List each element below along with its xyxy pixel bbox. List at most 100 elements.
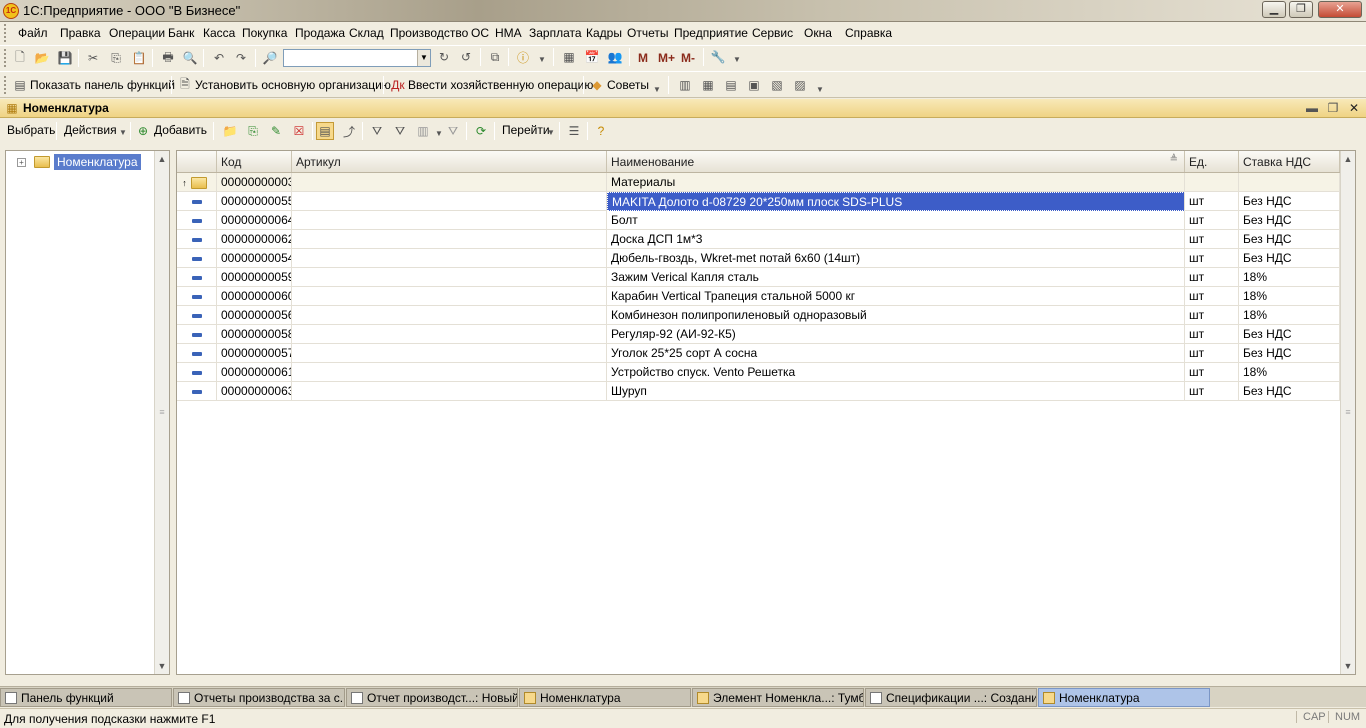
- task-specifications[interactable]: Спецификации ...: Создание *: [865, 688, 1037, 707]
- table-row[interactable]: 00000000060 Карабин Vertical Трапеция ста…: [177, 287, 1340, 306]
- cell-article[interactable]: [292, 363, 607, 382]
- print-icon[interactable]: 🖶: [159, 49, 177, 67]
- cell-unit[interactable]: шт: [1185, 287, 1239, 306]
- tools-icon[interactable]: 🔧: [709, 48, 727, 66]
- cell-unit[interactable]: шт: [1185, 325, 1239, 344]
- cell-unit[interactable]: шт: [1185, 230, 1239, 249]
- tips-button[interactable]: Советы: [607, 78, 649, 92]
- report-icon-6[interactable]: ▨: [791, 76, 809, 94]
- cell-vat[interactable]: Без НДС: [1239, 211, 1340, 230]
- cell-vat[interactable]: 18%: [1239, 363, 1340, 382]
- cell-article[interactable]: [292, 192, 607, 211]
- memory-plus-button[interactable]: M+: [658, 51, 675, 65]
- menu-purchase[interactable]: Покупка: [242, 26, 287, 40]
- undo-icon[interactable]: ↶: [210, 49, 228, 67]
- print-preview-icon[interactable]: 🔍: [181, 49, 199, 67]
- operation-icon[interactable]: Дк: [389, 76, 407, 94]
- cell-code[interactable]: 00000000054: [217, 249, 292, 268]
- task-function-panel[interactable]: Панель функций: [0, 688, 172, 707]
- menu-enterprise[interactable]: Предприятие: [674, 26, 748, 40]
- minimize-button[interactable]: ▁: [1262, 1, 1286, 18]
- cell-article[interactable]: [292, 287, 607, 306]
- menu-fixed-assets[interactable]: ОС: [471, 26, 489, 40]
- task-nomenclature-active[interactable]: Номенклатура: [1038, 688, 1210, 707]
- menu-cash[interactable]: Касса: [203, 26, 235, 40]
- tips-icon[interactable]: ◆: [588, 76, 606, 94]
- table-row[interactable]: 00000000054 Дюбель-гвоздь, Wkret-met пота…: [177, 249, 1340, 268]
- report-icon-4[interactable]: ▣: [745, 76, 763, 94]
- cell-unit[interactable]: шт: [1185, 363, 1239, 382]
- find-prev-icon[interactable]: ↺: [457, 48, 475, 66]
- items-table[interactable]: Код Артикул Наименование ≜ Ед. Ставка НДС…: [176, 150, 1356, 675]
- cell-name[interactable]: Регуляр-92 (АИ-92-К5): [607, 325, 1185, 344]
- refresh-icon[interactable]: ⟳: [472, 122, 490, 140]
- column-header-name[interactable]: Наименование ≜: [607, 151, 1185, 172]
- tree-item-label[interactable]: Номенклатура: [54, 154, 141, 170]
- cell-name[interactable]: Доска ДСП 1м*3: [607, 230, 1185, 249]
- cell-vat[interactable]: Без НДС: [1239, 344, 1340, 363]
- calculator-icon[interactable]: ▦: [560, 48, 578, 66]
- redo-icon[interactable]: ↷: [232, 49, 250, 67]
- cell-vat[interactable]: Без НДС: [1239, 382, 1340, 401]
- column-header-unit[interactable]: Ед.: [1185, 151, 1239, 172]
- cell-name[interactable]: Устройство спуск. Vento Решетка: [607, 363, 1185, 382]
- search-icon[interactable]: 🔎: [261, 49, 279, 67]
- cell-code[interactable]: 00000000063: [217, 382, 292, 401]
- scroll-down-icon[interactable]: ▼: [1341, 661, 1355, 671]
- cell-name[interactable]: Материалы: [607, 173, 1185, 192]
- menu-salary[interactable]: Зарплата: [529, 26, 582, 40]
- cell-unit[interactable]: шт: [1185, 211, 1239, 230]
- menu-service[interactable]: Сервис: [752, 26, 793, 40]
- scroll-grip-icon[interactable]: ≡: [155, 407, 169, 417]
- cell-vat[interactable]: [1239, 173, 1340, 192]
- organization-icon[interactable]: 🗎: [176, 76, 194, 94]
- table-row[interactable]: 00000000059 Зажим Verical Капля сталь шт 18…: [177, 268, 1340, 287]
- select-button[interactable]: Выбрать: [7, 123, 55, 137]
- menu-windows[interactable]: Окна: [804, 26, 832, 40]
- delete-icon[interactable]: ☒: [290, 122, 308, 140]
- cell-article[interactable]: [292, 230, 607, 249]
- edit-icon[interactable]: ✎: [267, 122, 285, 140]
- cell-vat[interactable]: Без НДС: [1239, 192, 1340, 211]
- menu-file[interactable]: Файл: [18, 26, 48, 40]
- actions-menu-button[interactable]: Действия: [64, 123, 117, 137]
- table-row[interactable]: 00000000056 Комбинезон полипропиленовый о…: [177, 306, 1340, 325]
- cell-code[interactable]: 00000000003: [217, 173, 292, 192]
- cut-icon[interactable]: ✂: [84, 49, 102, 67]
- cell-code[interactable]: 00000000056: [217, 306, 292, 325]
- restore-doc-icon[interactable]: ❐: [1324, 99, 1342, 117]
- cell-unit[interactable]: шт: [1185, 268, 1239, 287]
- function-panel-icon[interactable]: ▤: [11, 76, 29, 94]
- group-tree[interactable]: + Номенклатура ▲ ≡ ▼: [5, 150, 170, 675]
- copy-item-icon[interactable]: ⎘: [244, 122, 262, 140]
- report-icon-5[interactable]: ▧: [768, 76, 786, 94]
- scroll-down-icon[interactable]: ▼: [155, 661, 169, 671]
- table-row[interactable]: 00000000055 MAKITA Долото d-08729 20*250м…: [177, 192, 1340, 211]
- menu-bank[interactable]: Банк: [168, 26, 194, 40]
- copy-icon[interactable]: ⎘: [107, 49, 125, 67]
- column-header-icon[interactable]: [177, 151, 217, 172]
- list-settings-icon[interactable]: ☰: [565, 122, 583, 140]
- cell-article[interactable]: [292, 249, 607, 268]
- dropdown-arrow-icon[interactable]: ▼: [533, 50, 551, 68]
- cell-name[interactable]: Дюбель-гвоздь, Wkret-met потай 6х60 (14ш…: [607, 249, 1185, 268]
- table-scrollbar[interactable]: ▲ ≡ ▼: [1340, 151, 1355, 674]
- cell-code[interactable]: 00000000055: [217, 192, 292, 211]
- cell-article[interactable]: [292, 382, 607, 401]
- cell-name[interactable]: Комбинезон полипропиленовый одноразовый: [607, 306, 1185, 325]
- save-icon[interactable]: 💾: [56, 49, 74, 67]
- cell-unit[interactable]: шт: [1185, 344, 1239, 363]
- column-header-code[interactable]: Код: [217, 151, 292, 172]
- cell-vat[interactable]: Без НДС: [1239, 249, 1340, 268]
- cell-code[interactable]: 00000000057: [217, 344, 292, 363]
- filter-icon[interactable]: ⛛: [368, 122, 386, 140]
- menu-operations[interactable]: Операции: [109, 26, 165, 40]
- cell-code[interactable]: 00000000058: [217, 325, 292, 344]
- menu-help[interactable]: Справка: [845, 26, 892, 40]
- dropdown-arrow-icon[interactable]: ▼: [811, 80, 829, 98]
- expand-icon[interactable]: +: [17, 157, 26, 167]
- table-row[interactable]: 00000000057 Уголок 25*25 сорт А сосна шт Бе…: [177, 344, 1340, 363]
- menu-intangibles[interactable]: НМА: [495, 26, 522, 40]
- task-nomenclature-1[interactable]: Номенклатура: [519, 688, 691, 707]
- add-button[interactable]: Добавить: [154, 123, 207, 137]
